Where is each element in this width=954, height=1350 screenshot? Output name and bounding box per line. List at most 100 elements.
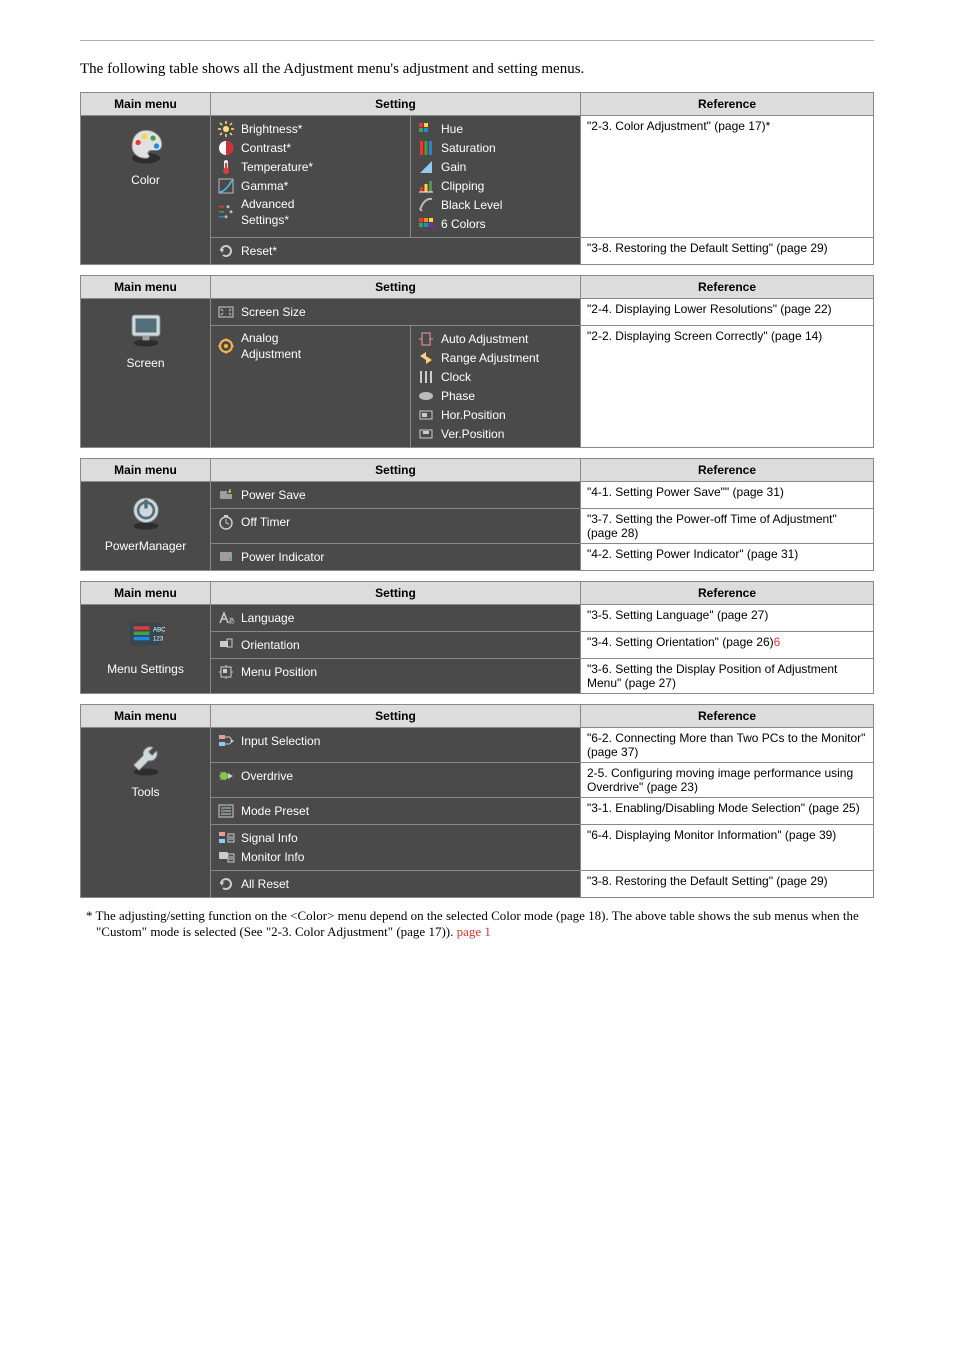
menusettings-category-icon: ABC123 <box>125 614 167 656</box>
ref-cell: "3-1. Enabling/Disabling Mode Selection"… <box>581 798 874 825</box>
item-label: Temperature* <box>241 159 313 175</box>
menuposition-icon <box>217 663 235 681</box>
item-label: Mode Preset <box>241 803 309 819</box>
ref-cell: "4-2. Setting Power Indicator" (page 31) <box>581 544 874 571</box>
item-label: Menu Position <box>241 664 317 680</box>
table-color: Main menuSettingReference Color Brightne… <box>80 92 874 265</box>
hdr-setting: Setting <box>211 459 581 482</box>
overdrive-icon <box>217 767 235 785</box>
gain-icon <box>417 158 435 176</box>
hdr-main: Main menu <box>81 582 211 605</box>
item-label: Contrast* <box>241 140 291 156</box>
intro-text: The following table shows all the Adjust… <box>80 61 874 78</box>
hdr-ref: Reference <box>581 93 874 116</box>
sixcolors-icon <box>417 215 435 233</box>
page-link[interactable]: page 1 <box>457 924 491 939</box>
item-label: Range Adjustment <box>441 350 539 366</box>
item-label: Power Indicator <box>241 549 324 565</box>
hdr-setting: Setting <box>211 276 581 299</box>
orientation-icon <box>217 636 235 654</box>
table-screen: Main menuSettingReference Screen Screen … <box>80 275 874 448</box>
screen-category-icon <box>125 308 167 350</box>
svg-text:ABC: ABC <box>153 627 166 634</box>
hdr-main: Main menu <box>81 459 211 482</box>
hdr-setting: Setting <box>211 705 581 728</box>
item-label: 6 Colors <box>441 216 486 232</box>
hdr-ref: Reference <box>581 276 874 299</box>
table-menusettings: Main menuSettingReference ABC123 Menu Se… <box>80 581 874 694</box>
screensize-icon <box>217 303 235 321</box>
item-label: Off Timer <box>241 514 290 530</box>
hdr-setting: Setting <box>211 582 581 605</box>
item-label: Auto Adjustment <box>441 331 528 347</box>
saturation-icon <box>417 139 435 157</box>
ref-cell: "6-4. Displaying Monitor Information" (p… <box>581 825 874 871</box>
ref-cell: 2-5. Configuring moving image performanc… <box>581 763 874 798</box>
ref-cell: "3-6. Setting the Display Position of Ad… <box>581 659 874 694</box>
gamma-icon <box>217 177 235 195</box>
offtimer-icon <box>217 513 235 531</box>
clock-icon <box>417 368 435 386</box>
hdr-main: Main menu <box>81 276 211 299</box>
signalinfo-icon <box>217 829 235 847</box>
item-label: Clock <box>441 369 471 385</box>
item-label: Gamma* <box>241 178 288 194</box>
reset-icon <box>217 242 235 260</box>
item-label: Hue <box>441 121 463 137</box>
item-label: Brightness* <box>241 121 302 137</box>
item-label: Screen Size <box>241 304 306 320</box>
item-label: Input Selection <box>241 733 320 749</box>
temperature-icon <box>217 158 235 176</box>
horposition-icon <box>417 406 435 424</box>
hdr-main: Main menu <box>81 93 211 116</box>
ref-cell: "2-2. Displaying Screen Correctly" (page… <box>581 326 874 448</box>
page-link[interactable]: 6 <box>774 635 781 649</box>
item-label: Ver.Position <box>441 426 504 442</box>
table-tools: Main menuSettingReference Tools Input Se… <box>80 704 874 898</box>
hdr-ref: Reference <box>581 705 874 728</box>
tools-category-icon <box>125 737 167 779</box>
svg-text:あ: あ <box>228 617 235 625</box>
item-label: Orientation <box>241 637 300 653</box>
footnote: * The adjusting/setting function on the … <box>80 908 874 940</box>
item-label: Signal Info <box>241 830 298 846</box>
color-category-icon <box>125 125 167 167</box>
ref-cell: "3-8. Restoring the Default Setting" (pa… <box>581 871 874 898</box>
item-label: Gain <box>441 159 466 175</box>
category-label: Screen <box>87 356 204 370</box>
ref-cell: "2-4. Displaying Lower Resolutions" (pag… <box>581 299 874 326</box>
powerindicator-icon <box>217 548 235 566</box>
svg-text:123: 123 <box>153 635 164 642</box>
hdr-ref: Reference <box>581 582 874 605</box>
item-label: Black Level <box>441 197 502 213</box>
ref-cell: "3-5. Setting Language" (page 27) <box>581 605 874 632</box>
contrast-icon <box>217 139 235 157</box>
powersave-icon <box>217 486 235 504</box>
category-label: Tools <box>87 785 204 799</box>
item-label: Monitor Info <box>241 849 304 865</box>
ref-cell: "4-1. Setting Power Save"" (page 31) <box>581 482 874 509</box>
phase-icon <box>417 387 435 405</box>
item-label: Phase <box>441 388 475 404</box>
item-label: Clipping <box>441 178 484 194</box>
table-power: Main menuSettingReference PowerManager P… <box>80 458 874 571</box>
hue-icon <box>417 120 435 138</box>
category-label: Color <box>87 173 204 187</box>
hdr-main: Main menu <box>81 705 211 728</box>
blacklevel-icon <box>417 196 435 214</box>
hdr-setting: Setting <box>211 93 581 116</box>
monitorinfo-icon <box>217 848 235 866</box>
category-label: Menu Settings <box>87 662 204 676</box>
brightness-icon <box>217 120 235 138</box>
inputselection-icon <box>217 732 235 750</box>
item-label: Reset* <box>241 243 277 259</box>
ref-cell: "6-2. Connecting More than Two PCs to th… <box>581 728 874 763</box>
item-label: Analog Adjustment <box>241 330 301 362</box>
clipping-icon <box>417 177 435 195</box>
modepreset-icon <box>217 802 235 820</box>
language-icon: あ <box>217 609 235 627</box>
item-label: Language <box>241 610 294 626</box>
category-label: PowerManager <box>87 539 204 553</box>
item-label: Power Save <box>241 487 306 503</box>
analogadjust-icon <box>217 337 235 355</box>
